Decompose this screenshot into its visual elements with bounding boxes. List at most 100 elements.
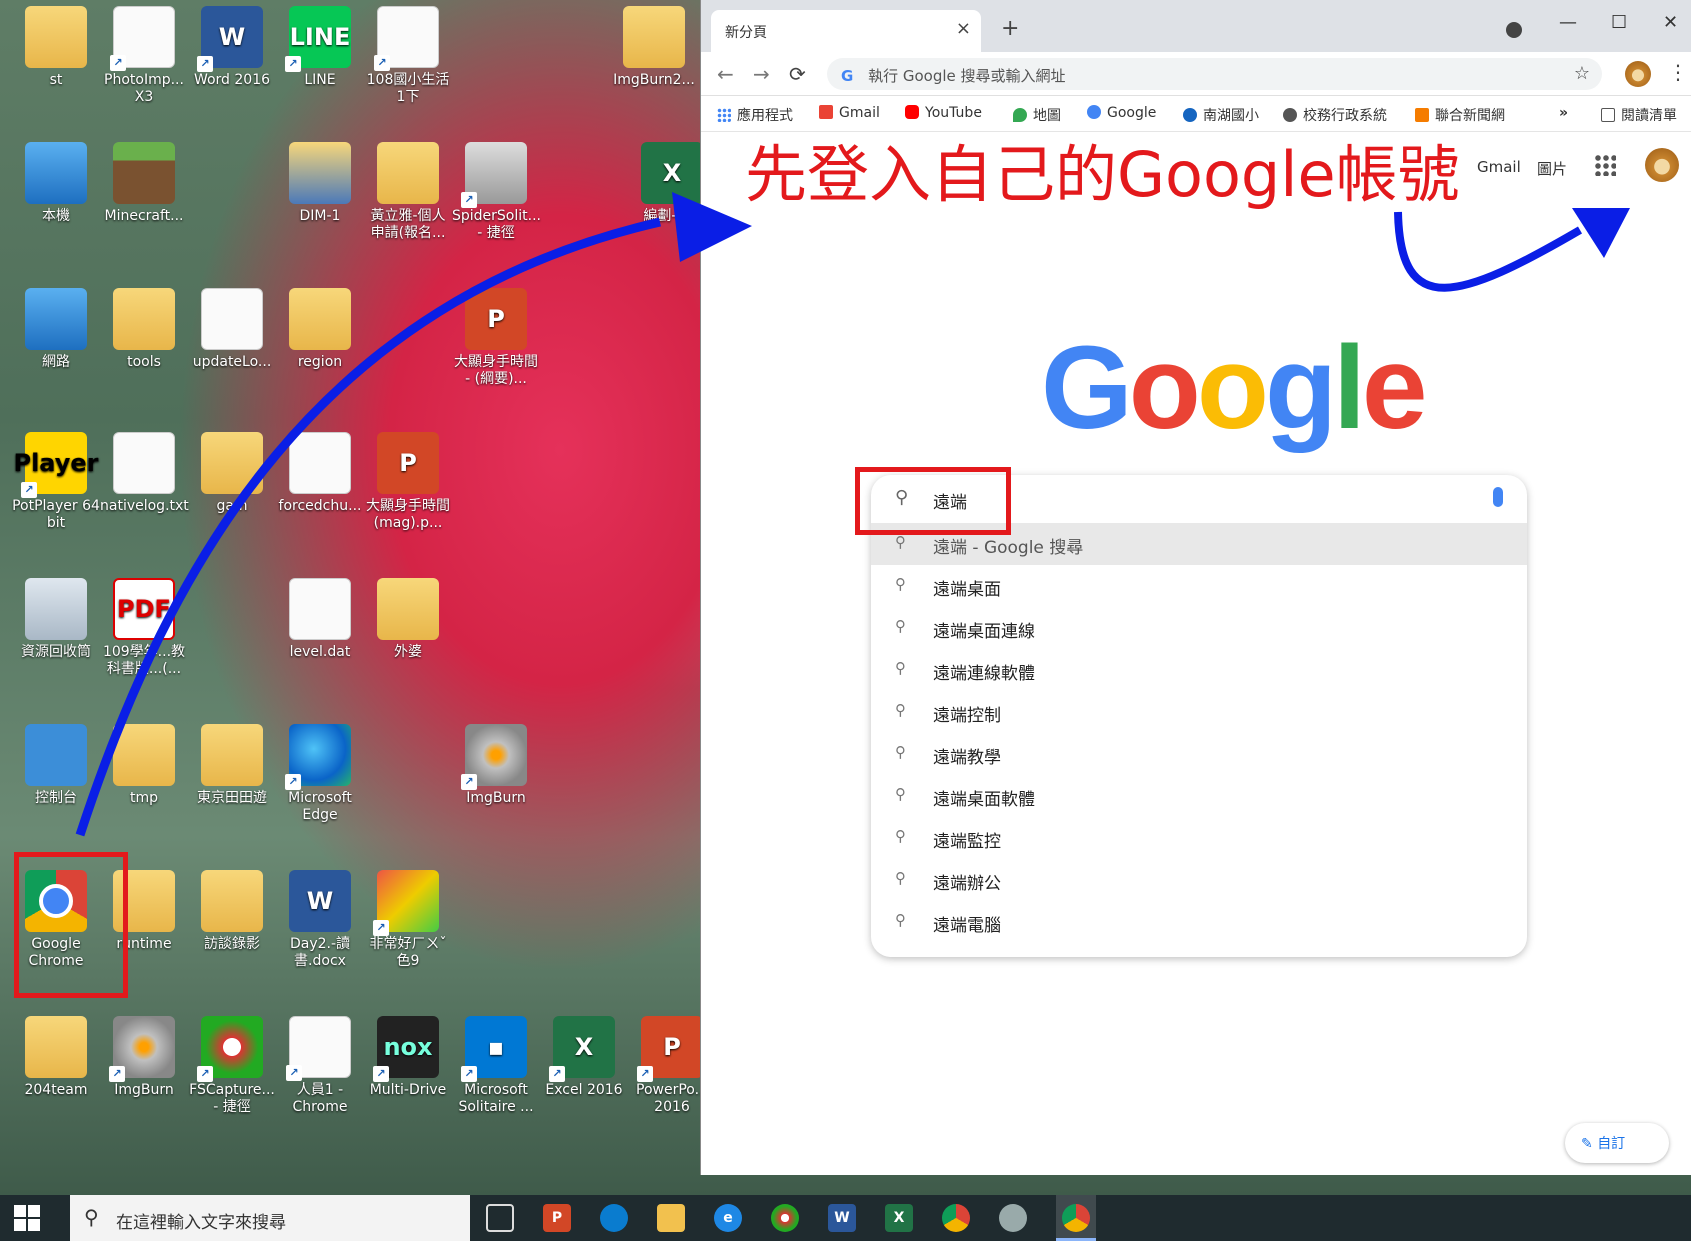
file-explorer-icon[interactable] [657, 1204, 685, 1232]
reading-list[interactable]: 閱讀清單 [1601, 105, 1677, 125]
suggestion-item[interactable]: ⚲ 遠端桌面 [871, 565, 1527, 607]
fscapture-icon[interactable] [771, 1204, 799, 1232]
desktop-icon-pdf[interactable]: PDF 109學年...教科書版...(... [100, 578, 188, 678]
desktop-icon-108-life[interactable]: ↗ 108國小生活1下 [364, 6, 452, 106]
desktop-icon-spider-solitaire[interactable]: ↗ SpiderSolit... - 捷徑 [452, 142, 541, 242]
bookmark-youtube[interactable]: YouTube [905, 105, 982, 121]
desktop-icon-recycle-bin[interactable]: 資源回收筒 [12, 578, 100, 661]
desktop-icon-minecraft[interactable]: Minecraft... [100, 142, 188, 225]
logo-letter: g [1264, 322, 1337, 454]
logo-letter: e [1361, 322, 1428, 454]
desktop-icon-huang-application[interactable]: 黃立雅-個人申請(報名... [364, 142, 452, 242]
chrome-icon[interactable] [942, 1204, 970, 1232]
bookmark-udn[interactable]: 聯合新聞網 [1415, 105, 1505, 125]
minecraft-icon [113, 142, 175, 204]
suggestion-item[interactable]: ⚲ 遠端電腦 [871, 901, 1527, 943]
forward-icon[interactable]: → [753, 62, 770, 86]
desktop-icon-ppt-mag[interactable]: P 大顯身手時間(mag).p... [364, 432, 452, 532]
desktop-icon-fscapture[interactable]: ↗ FSCapture... - 捷徑 [188, 1016, 276, 1116]
menu-dots-icon[interactable]: ⋮ [1668, 60, 1688, 84]
desktop-icon-this-pc[interactable]: 本機 [12, 142, 100, 225]
tab-close-icon[interactable]: × [956, 18, 971, 39]
word-icon[interactable]: W [828, 1204, 856, 1232]
new-tab-plus-icon[interactable]: + [1001, 16, 1019, 41]
desktop-icon-tmp[interactable]: tmp [100, 724, 188, 807]
account-avatar-icon[interactable] [1645, 148, 1679, 182]
desktop-icon-204team[interactable]: 204team [12, 1016, 100, 1099]
customize-button[interactable]: ✎ 自訂 [1565, 1123, 1669, 1163]
google-logo: Google [1041, 320, 1428, 456]
minimize-icon[interactable]: — [1559, 12, 1577, 33]
suggestion-item[interactable]: ⚲ 遠端桌面連線 [871, 607, 1527, 649]
task-view-icon[interactable] [486, 1204, 514, 1232]
desktop-icon-photoimpact[interactable]: ↗ PhotoImp... X3 [100, 6, 188, 106]
gmail-link[interactable]: Gmail [1477, 158, 1521, 176]
bookmark-apps[interactable]: 應用程式 [717, 105, 793, 125]
desktop-icon-control-panel[interactable]: 控制台 [12, 724, 100, 807]
document-icon [201, 288, 263, 350]
bookmark-maps[interactable]: 地圖 [1013, 105, 1061, 125]
desktop-icon-day2-docx[interactable]: W Day2.-讀書.docx [276, 870, 364, 970]
edge-icon[interactable] [600, 1204, 628, 1232]
desktop-icon-imgburn-2[interactable]: ↗ ImgBurn [100, 1016, 188, 1099]
desktop-icon-ms-solitaire[interactable]: ▪ ↗ Microsoft Solitaire ... [452, 1016, 540, 1116]
desktop-icon-grandma[interactable]: 外婆 [364, 578, 452, 661]
desktop-icon-potplayer[interactable]: Player ↗ PotPlayer 64 bit [12, 432, 100, 532]
desktop-icon-dim1[interactable]: DIM-1 [276, 142, 364, 225]
reload-icon[interactable]: ⟳ [789, 62, 806, 86]
bookmark-gmail[interactable]: Gmail [819, 105, 880, 121]
desktop-icon-ppt-outline[interactable]: P 大顯身手時間 - (綱要)... [452, 288, 540, 388]
suggestion-item[interactable]: ⚲ 遠端控制 [871, 691, 1527, 733]
google-apps-icon[interactable] [1594, 154, 1616, 176]
desktop-icon-network[interactable]: 網路 [12, 288, 100, 371]
desktop-icon-st[interactable]: st [12, 6, 100, 89]
suggestion-item[interactable]: ⚲ 遠端教學 [871, 733, 1527, 775]
desktop-icon-tools[interactable]: tools [100, 288, 188, 371]
suggestion-item[interactable]: ⚲ 遠端監控 [871, 817, 1527, 859]
maximize-icon[interactable]: ☐ [1611, 12, 1627, 33]
desktop-icon-imgburn2[interactable]: ImgBurn2... [610, 6, 698, 89]
desktop-icon-nativelog[interactable]: nativelog.txt [100, 432, 189, 515]
address-bar[interactable]: G 執行 Google 搜尋或輸入網址 ☆ [827, 58, 1602, 90]
bookmark-star-icon[interactable]: ☆ [1574, 63, 1590, 84]
folder-icon [201, 870, 263, 932]
desktop-icon-updatelog[interactable]: updateLo... [188, 288, 276, 371]
desktop-icon-excel-2016[interactable]: X ↗ Excel 2016 [540, 1016, 628, 1099]
more-bookmarks-icon[interactable]: » [1559, 105, 1568, 121]
bookmark-school-admin[interactable]: 校務行政系統 [1283, 105, 1387, 125]
back-icon[interactable]: ← [717, 62, 734, 86]
desktop-icon-gam[interactable]: gam [188, 432, 276, 515]
profile-avatar-icon[interactable] [1625, 61, 1651, 87]
desktop-icon-book[interactable]: ↗ 非常好ㄏㄨˇ色9 [364, 870, 452, 970]
tab-new-tab[interactable]: 新分頁 × [711, 10, 981, 52]
desktop-icon-person1-chrome[interactable]: ↗ 人員1 - Chrome [276, 1016, 364, 1116]
suggestion-item[interactable]: ⚲ 遠端辦公 [871, 859, 1527, 901]
chrome-active-taskbar-item[interactable] [1056, 1195, 1096, 1241]
microphone-icon[interactable] [1493, 487, 1503, 507]
desktop-icon-tokyo[interactable]: 東京田田遊 [188, 724, 276, 807]
images-link[interactable]: 圖片 [1537, 158, 1567, 179]
bookmark-google[interactable]: Google [1087, 105, 1156, 121]
close-window-icon[interactable]: ✕ [1663, 12, 1678, 33]
tab-search-icon[interactable] [1506, 22, 1522, 38]
windows-start-icon[interactable] [14, 1205, 40, 1231]
desktop-icon-imgburn[interactable]: ↗ ImgBurn [452, 724, 540, 807]
taskbar-search[interactable]: ⚲ 在這裡輸入文字來搜尋 [70, 1195, 470, 1241]
desktop-icon-level-dat[interactable]: level.dat [276, 578, 364, 661]
internet-explorer-icon[interactable]: e [714, 1204, 742, 1232]
suggestion-item[interactable]: ⚲ 遠端連線軟體 [871, 649, 1527, 691]
settings-icon[interactable] [999, 1204, 1027, 1232]
excel-icon[interactable]: X [885, 1204, 913, 1232]
logo-letter: o [1128, 322, 1201, 454]
desktop-icon-word-2016[interactable]: W ↗ Word 2016 [188, 6, 276, 89]
logo-letter: o [1196, 322, 1269, 454]
desktop-icon-interview[interactable]: 訪談錄影 [188, 870, 276, 953]
powerpoint-icon[interactable]: P [543, 1204, 571, 1232]
suggestion-item[interactable]: ⚲ 遠端桌面軟體 [871, 775, 1527, 817]
desktop-icon-line[interactable]: LINE ↗ LINE [276, 6, 364, 89]
desktop-icon-multi-drive[interactable]: nox ↗ Multi-Drive [364, 1016, 452, 1099]
desktop-icon-microsoft-edge[interactable]: ↗ Microsoft Edge [276, 724, 364, 824]
desktop-icon-forcedchu[interactable]: forcedchu... [276, 432, 364, 515]
bookmark-nanhu[interactable]: 南湖國小 [1183, 105, 1259, 125]
desktop-icon-region[interactable]: region [276, 288, 364, 371]
